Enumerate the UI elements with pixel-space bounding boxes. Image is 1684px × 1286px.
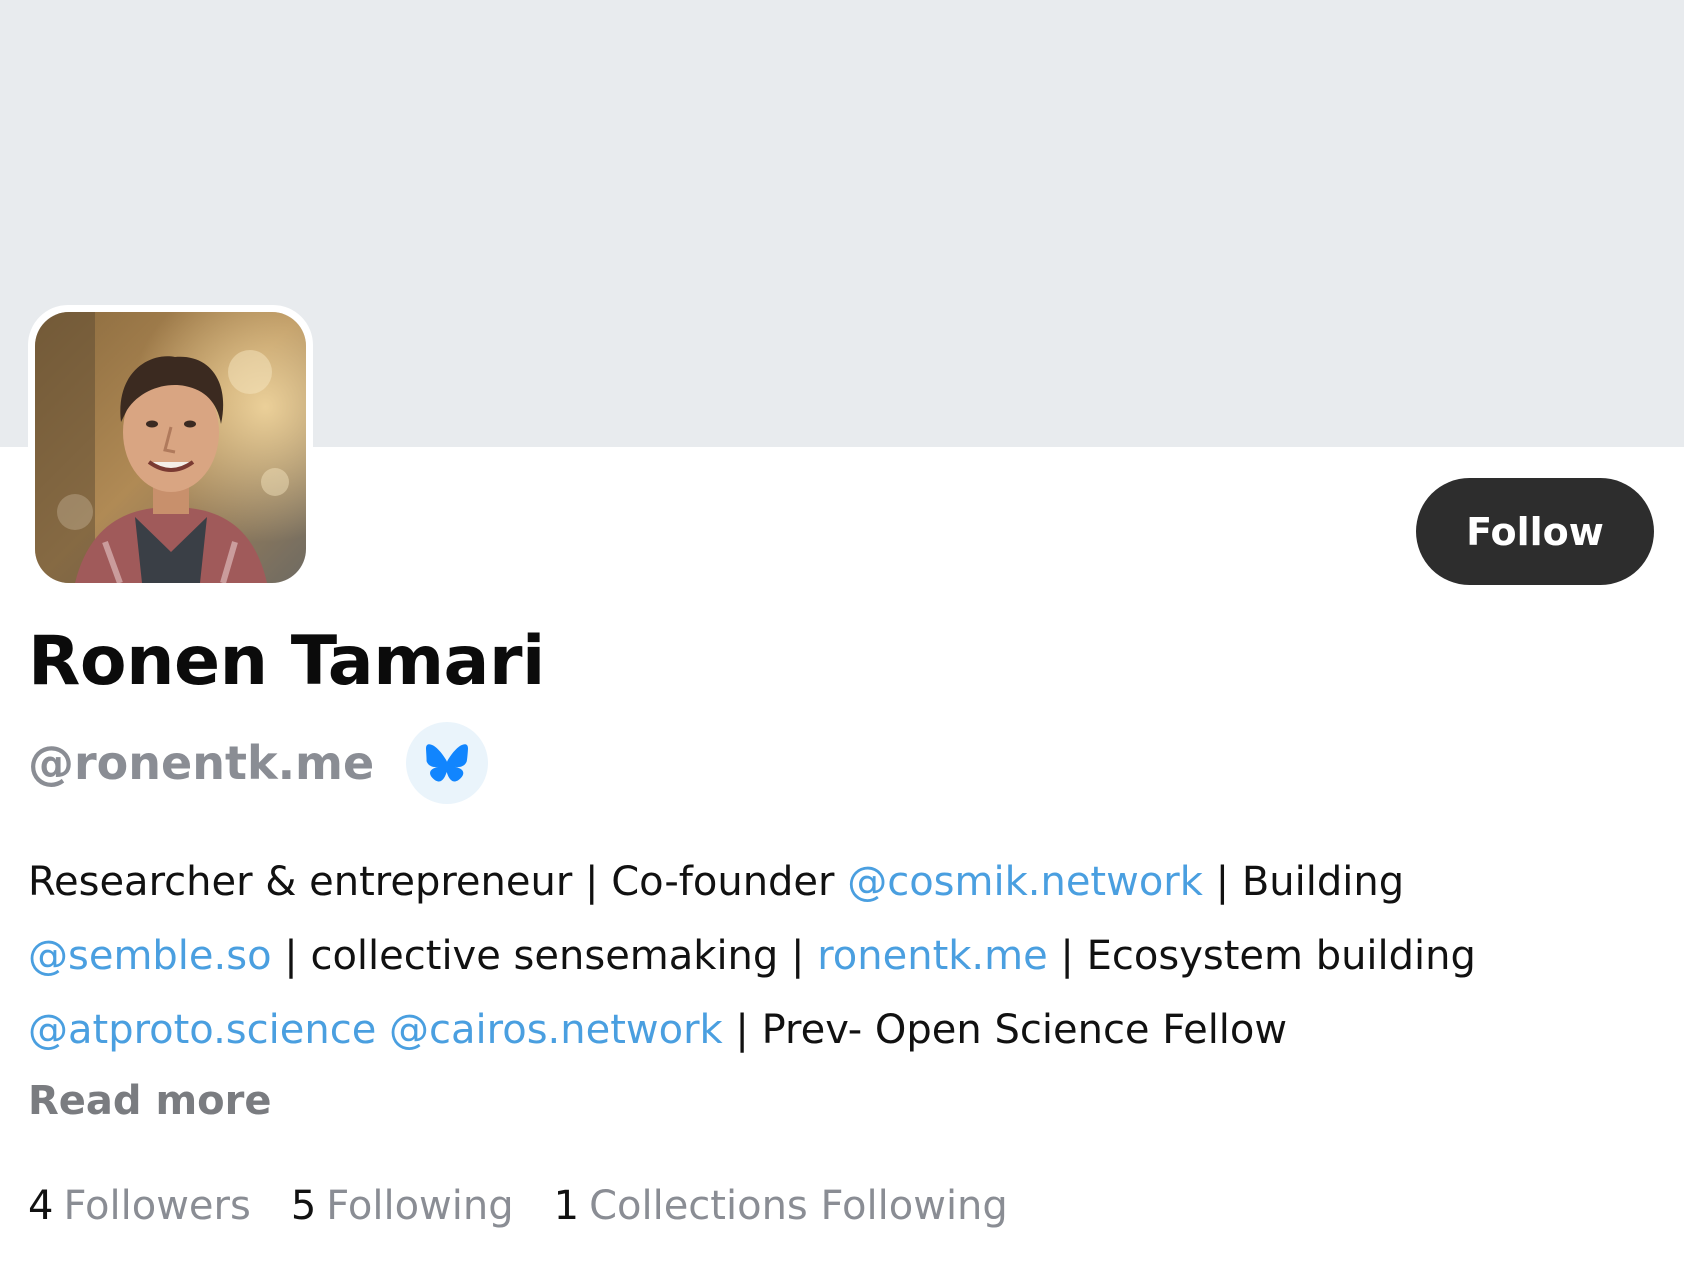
website-link[interactable]: ronentk.me [817,933,1048,979]
bio-text: | Prev- Open Science Fellow [722,1007,1288,1053]
follow-button[interactable]: Follow [1416,478,1654,585]
mention-link[interactable]: @cairos.network [389,1007,723,1053]
bio-text [376,1007,389,1053]
following-count: 5 [290,1183,317,1229]
bio-text: | collective sensemaking | [271,933,818,979]
bio-line-2: @semble.so | collective sensemaking | ro… [28,919,1588,993]
profile-stats: 4 Followers 5 Following 1 Collections Follo… [28,1183,1008,1229]
following-stat[interactable]: 5 Following [291,1183,514,1229]
bio-line-1: Researcher & entrepreneur | Co-founder @… [28,845,1588,919]
bio-text: | Ecosystem building [1047,933,1476,979]
bluesky-butterfly-icon [426,744,469,782]
profile-page: Follow Ronen Tamari @ronentk.me Research… [0,0,1684,1286]
followers-label: Followers [63,1183,251,1229]
followers-count: 4 [28,1183,54,1229]
profile-bio: Researcher & entrepreneur | Co-founder @… [28,845,1588,1067]
collections-following-stat[interactable]: 1 Collections Following [554,1183,1008,1229]
mention-link[interactable]: @semble.so [28,933,272,979]
profile-handle[interactable]: @ronentk.me [28,736,374,790]
mention-link[interactable]: @atproto.science [28,1007,376,1053]
avatar[interactable] [35,312,306,583]
mention-link[interactable]: @cosmik.network [847,859,1203,905]
avatar-frame [28,305,313,590]
following-label: Following [326,1183,514,1229]
handle-row: @ronentk.me [28,722,489,804]
bio-text: | Building [1202,859,1405,905]
profile-name: Ronen Tamari [28,622,545,701]
followers-stat[interactable]: 4 Followers [28,1183,251,1229]
collections-label: Collections Following [589,1183,1008,1229]
bio-text: Researcher & entrepreneur | Co-founder [28,859,848,905]
bluesky-badge[interactable] [406,722,489,804]
collections-count: 1 [553,1183,580,1229]
bio-line-3: @atproto.science @cairos.network | Prev-… [28,993,1588,1067]
read-more-link[interactable]: Read more [28,1078,272,1124]
